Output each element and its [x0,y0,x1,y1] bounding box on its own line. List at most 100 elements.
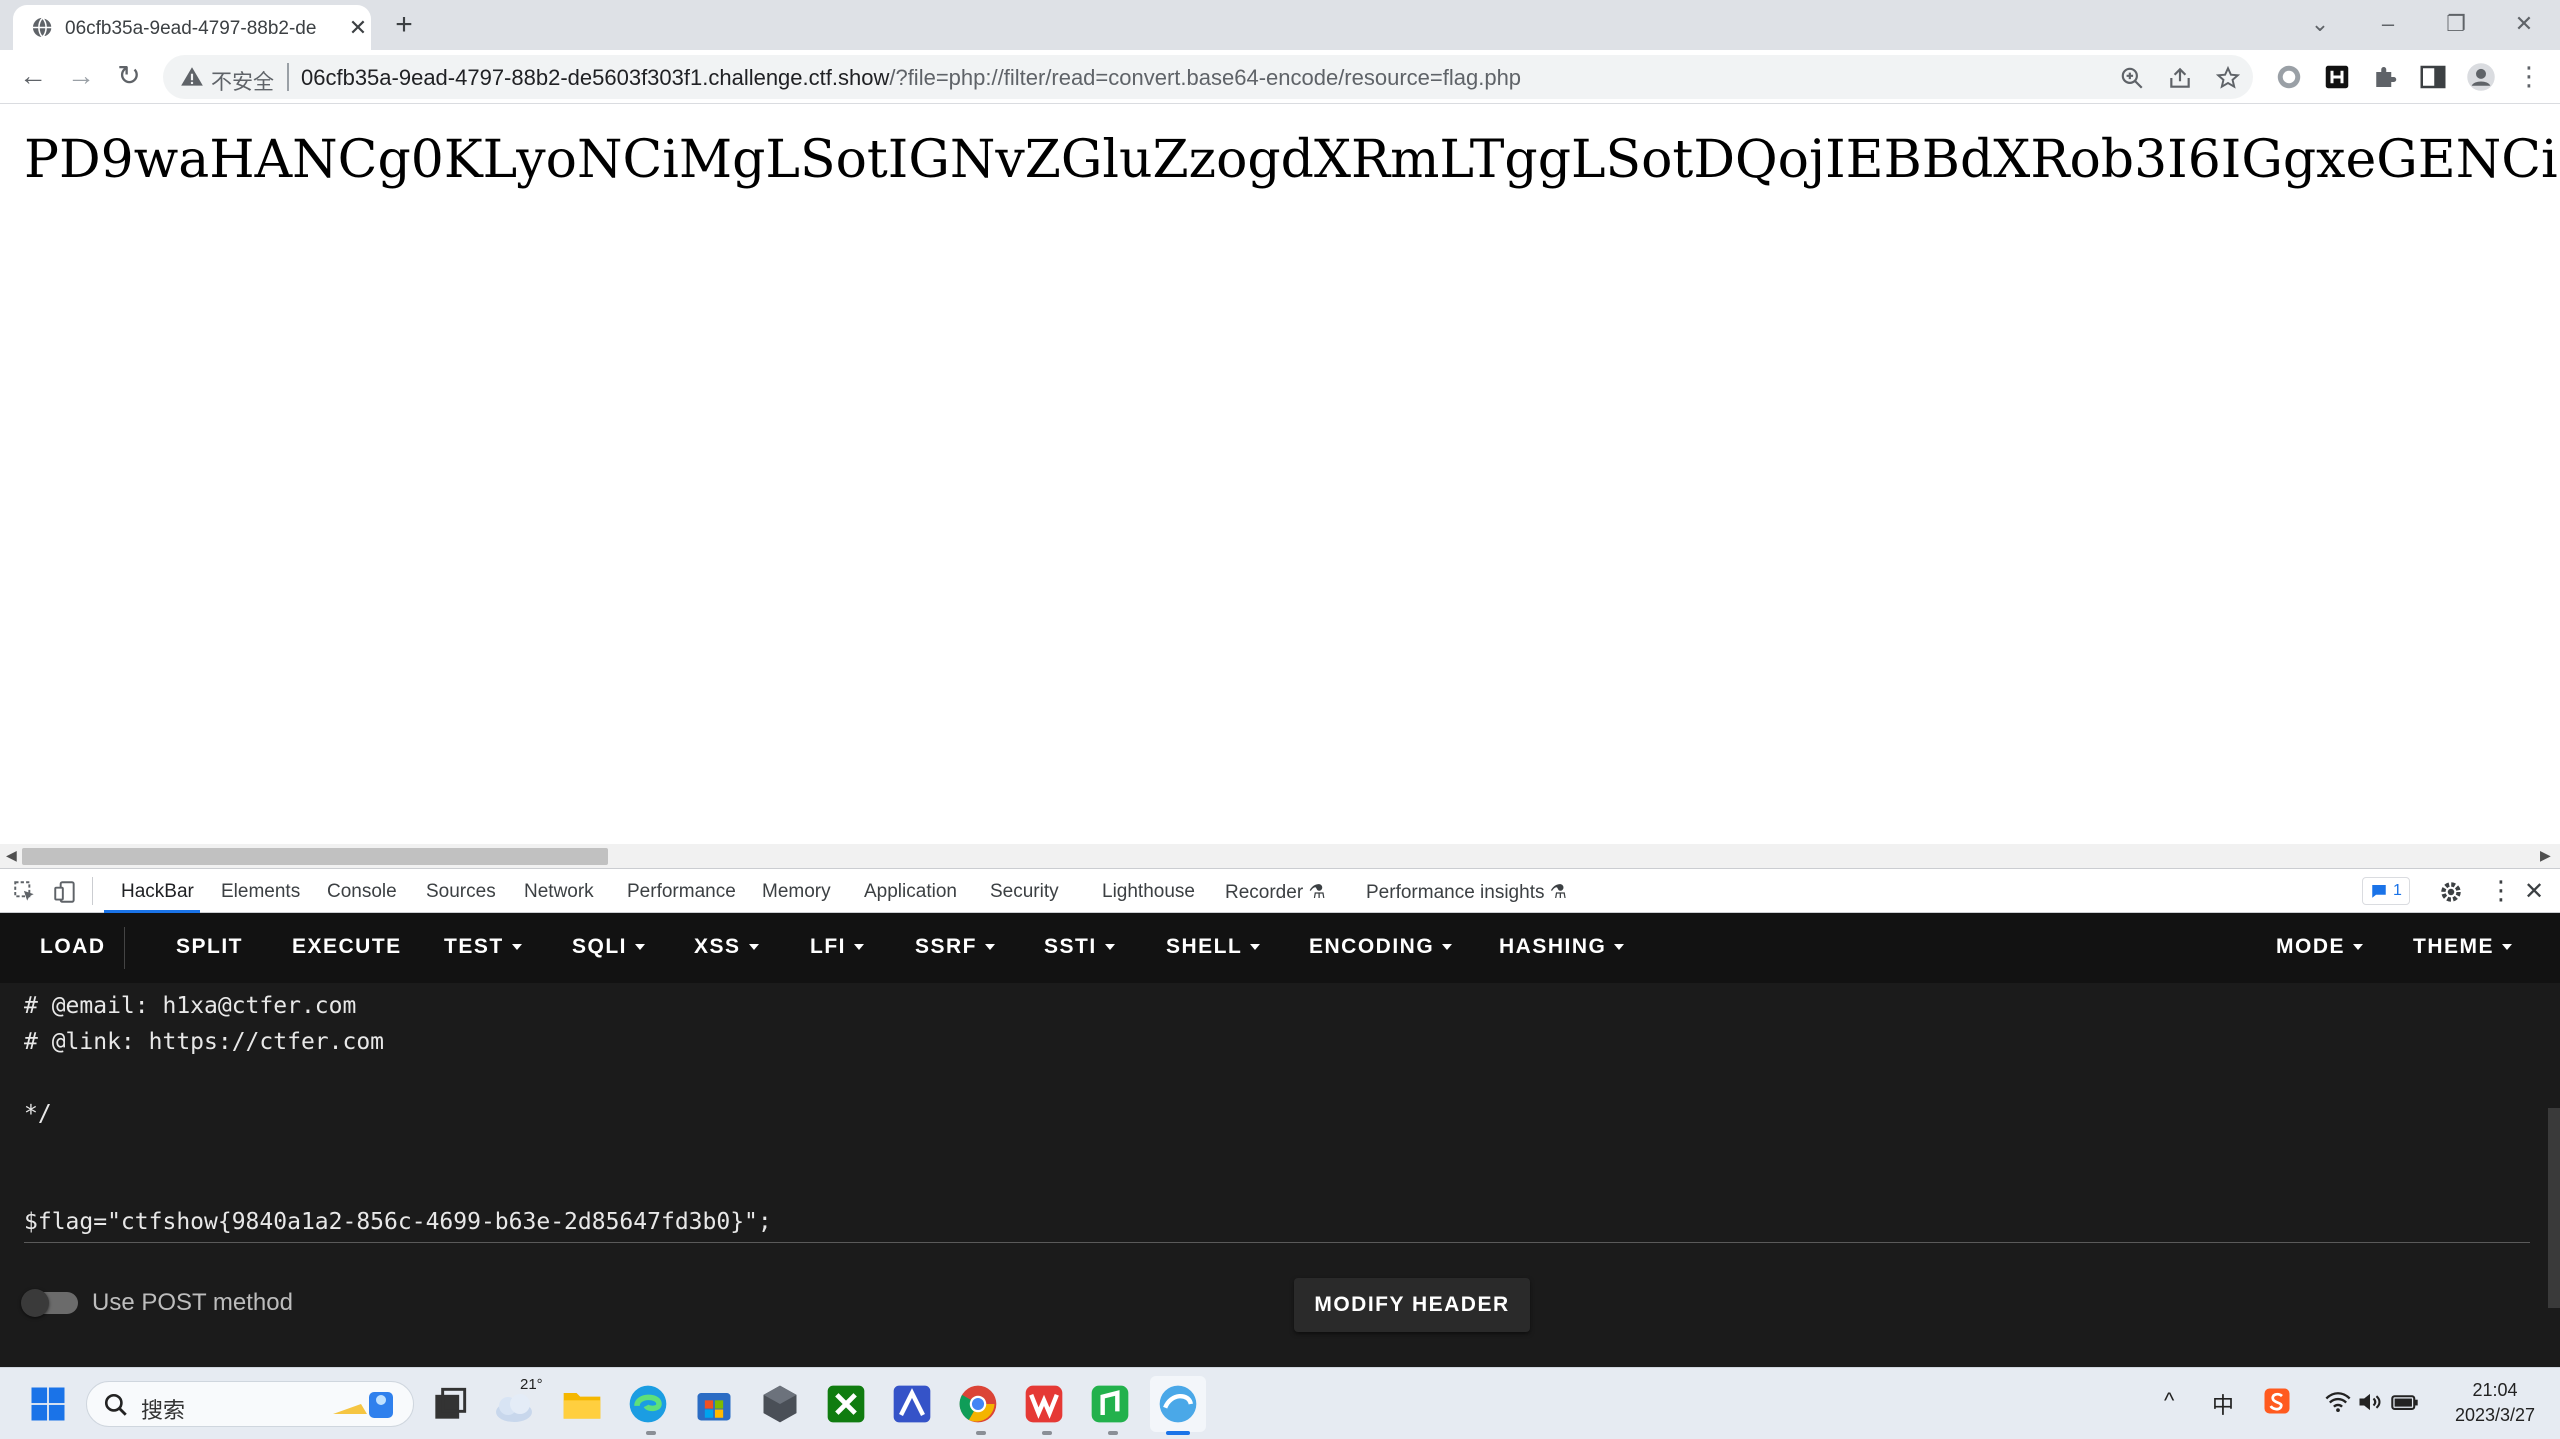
hackbar-menu-label: XSS [694,935,741,958]
editor-app-icon[interactable] [890,1382,934,1426]
scrollbar-thumb[interactable] [22,848,608,865]
sogou-input-icon[interactable] [2262,1386,2292,1416]
tab-close-icon[interactable]: ✕ [343,13,373,43]
hackbar-menu-mode[interactable]: MODE [2276,935,2363,959]
back-arrow-icon[interactable]: ← [14,58,52,96]
share-icon[interactable] [2167,65,2193,91]
profile-avatar-icon[interactable] [2466,62,2496,92]
kebab-menu-icon[interactable]: ⋮ [2510,58,2548,96]
forward-arrow-icon[interactable]: → [62,58,100,96]
editor-scrollbar[interactable] [2548,1108,2560,1308]
editor-line: */ [24,1101,52,1127]
file-explorer-icon[interactable] [560,1382,604,1426]
hackbar-menu-theme[interactable]: THEME [2413,935,2512,959]
tab-console[interactable]: Console [327,881,397,903]
tab-elements[interactable]: Elements [221,881,300,903]
experimental-flask-icon: ⚗ [1549,882,1567,903]
inspect-element-icon[interactable] [12,879,38,905]
taskbar-search[interactable]: 搜索 [86,1381,414,1427]
url-text[interactable]: 06cfb35a-9ead-4797-88b2-de5603f303f1.cha… [301,65,1521,91]
tab-hackbar[interactable]: HackBar [121,881,194,903]
tab-performance-insights[interactable]: Performance insights ⚗ [1366,881,1567,904]
system-clock[interactable]: 21:04 2023/3/27 [2440,1378,2550,1428]
wifi-icon[interactable] [2324,1388,2352,1416]
xbox-icon[interactable] [824,1382,868,1426]
hackbar-menu-ssrf[interactable]: SSRF [915,935,996,959]
scroll-left-arrow-icon[interactable]: ◀ [6,847,17,864]
bookmark-star-icon[interactable] [2215,65,2241,91]
tab-memory[interactable]: Memory [762,881,831,903]
hackbar-menu-split[interactable]: SPLIT [176,935,243,959]
chrome-browser-icon[interactable] [956,1382,1000,1426]
show-hidden-icons-chevron-icon[interactable]: ^ [2164,1388,2174,1414]
devtools-divider [92,877,93,905]
experimental-flask-icon: ⚗ [1308,882,1326,903]
tab-performance-insights-label: Performance insights [1366,882,1545,903]
weather-widget[interactable]: 21° [492,1376,552,1426]
modify-header-button[interactable]: MODIFY HEADER [1294,1278,1530,1332]
horizontal-scrollbar[interactable]: ◀ ▶ [0,844,2560,868]
battery-icon[interactable] [2390,1388,2420,1416]
volume-icon[interactable] [2356,1388,2384,1416]
caret-down-icon [1442,944,1453,951]
tab-search-chevron-icon[interactable]: ⌄ [2290,4,2350,44]
edge-browser-icon[interactable] [626,1382,670,1426]
restore-button[interactable]: ❐ [2426,4,2486,44]
side-panel-icon[interactable] [2418,62,2448,92]
search-highlight-icon [333,1392,393,1418]
tab-network[interactable]: Network [524,881,594,903]
tab-application[interactable]: Application [864,881,957,903]
issues-badge[interactable]: 1 [2362,877,2410,905]
browser-tab[interactable]: 06cfb35a-9ead-4797-88b2-de ✕ [13,5,371,50]
tab-performance[interactable]: Performance [627,881,736,903]
settings-gear-icon[interactable] [2438,879,2464,905]
tab-lighthouse[interactable]: Lighthouse [1102,881,1195,903]
hackbar-menu-shell[interactable]: SHELL [1166,935,1261,959]
hackbar-url-editor[interactable]: # @email: h1xa@ctfer.com # @link: https:/… [0,983,2540,1257]
tab-sources[interactable]: Sources [426,881,496,903]
address-bar[interactable]: 不安全 06cfb35a-9ead-4797-88b2-de5603f303f1… [163,55,2253,99]
tab-recorder[interactable]: Recorder ⚗ [1225,881,1325,904]
input-method-icon[interactable]: 中 [2212,1388,2234,1420]
running-indicator [1042,1431,1052,1435]
hackbar-menu-load[interactable]: LOAD [40,935,106,959]
wps-office-icon[interactable] [1022,1382,1066,1426]
green-app-icon[interactable] [1088,1382,1132,1426]
microsoft-store-icon[interactable] [692,1382,736,1426]
extension-circle-icon[interactable] [2274,62,2304,92]
close-window-button[interactable]: ✕ [2494,4,2554,44]
new-tab-button[interactable]: + [386,8,422,44]
hackbar-menu-label: ENCODING [1309,935,1435,958]
hexagon-app-icon[interactable] [758,1382,802,1426]
hackbar-menu-test[interactable]: TEST [444,935,522,959]
scroll-right-arrow-icon[interactable]: ▶ [2540,847,2551,864]
minimize-button[interactable]: – [2358,4,2418,44]
reload-icon[interactable]: ↻ [110,58,148,96]
hackbar-menu-encoding[interactable]: ENCODING [1309,935,1453,959]
browser-toolbar: ← → ↻ 不安全 06cfb35a-9ead-4797-88b2-de5603… [0,50,2560,104]
windows-start-icon[interactable] [26,1382,70,1426]
hackbar-menu-lfi[interactable]: LFI [810,935,864,959]
globe-icon [32,17,53,39]
hackbar-menu-label: SHELL [1166,935,1243,958]
hackbar-menu-ssti[interactable]: SSTI [1044,935,1115,959]
post-method-toggle[interactable] [21,1289,78,1317]
hackbar-menu-hashing[interactable]: HASHING [1499,935,1625,959]
windows-taskbar: 搜索 21° ^ 中 21:04 2023/3/27 [0,1367,2560,1439]
devtools-close-icon[interactable]: ✕ [2524,877,2544,906]
task-view-icon[interactable] [428,1382,472,1426]
not-secure-warning-icon[interactable] [179,64,205,90]
zoom-icon[interactable] [2119,65,2145,91]
device-toolbar-icon[interactable] [52,879,78,905]
hackbar-menu-execute[interactable]: EXECUTE [292,935,402,959]
devtools-more-icon[interactable]: ⋮ [2488,875,2514,906]
tab-strip: 06cfb35a-9ead-4797-88b2-de ✕ + ⌄ – ❐ ✕ [0,0,2560,50]
browser-app-icon[interactable] [1156,1382,1200,1426]
hackbar-menu-label: HASHING [1499,935,1607,958]
tab-security[interactable]: Security [990,881,1059,903]
not-secure-label[interactable]: 不安全 [211,66,274,96]
hackbar-extension-icon[interactable] [2322,62,2352,92]
hackbar-menu-sqli[interactable]: SQLI [572,935,646,959]
extensions-puzzle-icon[interactable] [2370,62,2400,92]
hackbar-menu-xss[interactable]: XSS [694,935,759,959]
